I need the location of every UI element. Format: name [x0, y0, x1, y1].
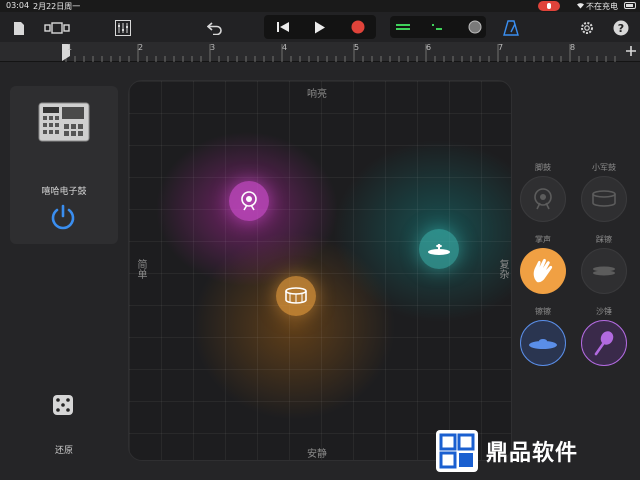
drum-kit-name: 嘻哈电子鼓 [41, 187, 87, 197]
xy-pad[interactable]: 响亮 安静 简单 复杂 [128, 80, 512, 461]
clap-label: 掌声 [535, 235, 551, 244]
cymbal-icon [529, 339, 557, 349]
kick-label: 脚鼓 [535, 163, 551, 172]
kick-drum-icon [241, 191, 257, 211]
snare-drum-icon [592, 190, 616, 207]
watermark: 鼎品软件 [432, 422, 640, 480]
cymbal-label: 镲镲 [535, 307, 551, 316]
ruler-mark: 4 [282, 43, 288, 52]
maracas-icon [594, 331, 614, 356]
mixer-icon[interactable] [112, 17, 134, 39]
drum-machine-icon [38, 102, 90, 142]
settings-gear-icon[interactable] [576, 17, 598, 39]
shaker-label: 沙锤 [596, 307, 612, 316]
ruler-mark: 5 [354, 43, 360, 52]
reset-button[interactable]: 还原 [0, 443, 128, 456]
ruler-mark: 3 [210, 43, 216, 52]
clap-hand-icon [533, 258, 553, 283]
battery-icon [624, 2, 636, 9]
ruler-mark: 8 [570, 43, 576, 52]
undo-icon[interactable] [204, 17, 226, 39]
ruler-mark: 2 [138, 43, 144, 52]
transport-controls [264, 15, 376, 39]
ruler-ticks [62, 44, 636, 62]
watermark-text: 鼎品软件 [486, 441, 579, 466]
level-meter [390, 16, 486, 38]
cymbal-icon [428, 244, 450, 255]
kick-puck[interactable] [229, 181, 269, 221]
microphone-indicator-icon [538, 1, 560, 11]
hihat-toggle[interactable] [581, 248, 627, 294]
view-toggle-icon[interactable] [42, 17, 72, 39]
help-icon[interactable]: ? [610, 17, 632, 39]
timeline-ruler[interactable]: 1 2 3 4 5 6 7 8 [0, 42, 640, 62]
power-button[interactable] [48, 202, 78, 232]
cymbal-toggle[interactable] [520, 320, 566, 366]
clap-toggle[interactable] [520, 248, 566, 294]
toolbar: ? [0, 12, 640, 42]
add-section-icon [626, 46, 636, 56]
kick-drum-icon [534, 188, 552, 210]
snare-toggle[interactable] [581, 176, 627, 222]
record-button[interactable] [339, 15, 376, 39]
ruler-mark: 7 [498, 43, 504, 52]
axis-loud-label: 响亮 [307, 89, 327, 100]
hihat-icon [593, 266, 615, 276]
document-icon[interactable] [8, 17, 30, 39]
ruler-mark: 1 [67, 43, 73, 52]
svg-text:?: ? [618, 22, 624, 35]
axis-quiet-label: 安静 [307, 449, 327, 460]
status-time: 03:04 [6, 1, 30, 10]
metronome-icon[interactable] [500, 17, 522, 39]
axis-complex-label: 复杂 [497, 259, 508, 279]
shaker-toggle[interactable] [581, 320, 627, 366]
pad-grid [129, 81, 511, 460]
power-icon [51, 204, 75, 230]
status-bar: 03:04 2月22日周一 不在充电 [0, 0, 640, 12]
status-date: 2月22日周一 [33, 2, 81, 11]
play-button[interactable] [301, 15, 338, 39]
wifi-icon [576, 1, 585, 11]
snare-drum-icon [285, 287, 307, 304]
snare-label: 小军鼓 [592, 163, 616, 172]
watermark-logo [436, 430, 478, 472]
kick-toggle[interactable] [520, 176, 566, 222]
rewind-button[interactable] [264, 15, 301, 39]
snare-puck[interactable] [276, 276, 316, 316]
cymbal-puck[interactable] [419, 229, 459, 269]
drummer-editor: 嘻哈电子鼓 还原 响亮 安静 简单 复杂 脚鼓 小军鼓 掌声 踩镲 镲镲 沙锤 [0, 62, 640, 480]
randomize-dice-icon[interactable] [52, 394, 74, 416]
axis-simple-label: 简单 [135, 259, 146, 279]
hihat-label: 踩镲 [596, 235, 612, 244]
ruler-mark: 6 [426, 43, 432, 52]
charging-status: 不在充电 [586, 2, 618, 11]
